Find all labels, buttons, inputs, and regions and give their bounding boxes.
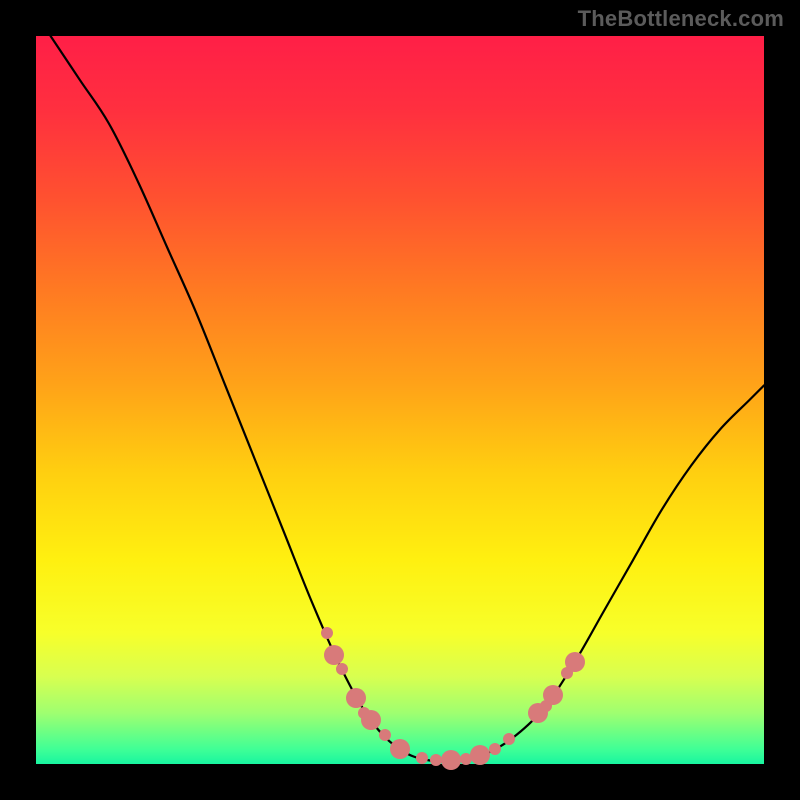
highlight-marker <box>390 739 410 759</box>
highlight-marker <box>489 743 501 755</box>
highlight-marker <box>565 652 585 672</box>
highlight-marker <box>336 663 348 675</box>
highlight-marker <box>416 752 428 764</box>
highlight-marker <box>470 745 490 765</box>
highlight-marker <box>324 645 344 665</box>
bottleneck-curve <box>36 36 764 764</box>
highlight-marker <box>543 685 563 705</box>
highlight-marker <box>503 733 515 745</box>
watermark-text: TheBottleneck.com <box>578 6 784 32</box>
highlight-marker <box>441 750 461 770</box>
chart-frame: TheBottleneck.com <box>0 0 800 800</box>
highlight-marker <box>379 729 391 741</box>
highlight-marker <box>321 627 333 639</box>
plot-area <box>36 36 764 764</box>
highlight-marker <box>361 710 381 730</box>
highlight-marker <box>346 688 366 708</box>
